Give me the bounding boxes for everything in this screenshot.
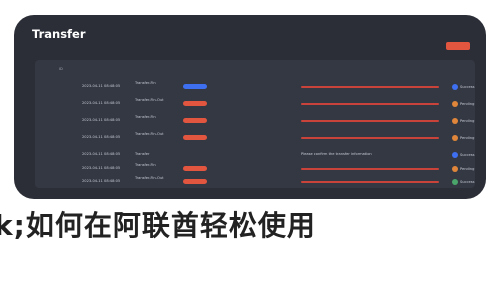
table-row[interactable]: 2023-04-11 08:48:05 Transfer-Fin-Out Suc… (35, 176, 475, 190)
status-label: Success (460, 153, 475, 157)
status-label: Pending (460, 167, 475, 171)
row-name: Transfer (135, 152, 150, 156)
description-bar (301, 86, 439, 88)
status-dot-icon (452, 135, 458, 141)
description-bar (301, 181, 439, 183)
table-row[interactable]: 2023-04-11 08:48:05 Transfer-Fin-Out Pen… (35, 97, 475, 111)
status-badge: Success (452, 152, 482, 158)
description-bar (301, 103, 439, 105)
status-label: Success (460, 180, 475, 184)
headline-text: k;如何在阿联酋轻松使用 (0, 209, 316, 242)
table-row[interactable]: 2023-04-11 08:48:05 Transfer Please conf… (35, 148, 475, 162)
transfer-window: Transfer ID 2023-04-11 08:48:05 Transfer… (14, 15, 486, 199)
row-time: 2023-04-11 08:48:05 (82, 166, 121, 170)
row-name: Transfer-Fin-Out (135, 98, 164, 102)
status-dot-icon (452, 118, 458, 124)
window-title: Transfer (32, 27, 86, 41)
type-pill[interactable] (183, 135, 207, 140)
type-pill[interactable] (183, 101, 207, 106)
row-name: Transfer-Fin-Out (135, 132, 164, 136)
row-time: 2023-04-11 08:48:05 (82, 118, 121, 122)
description-bar (301, 168, 439, 170)
table-row[interactable]: 2023-04-11 08:48:05 Transfer-Fin Success (35, 80, 475, 94)
status-dot-icon (452, 84, 458, 90)
status-badge: Pending (452, 166, 482, 172)
type-pill[interactable] (183, 118, 207, 123)
status-label: Pending (460, 102, 475, 106)
status-dot-icon (452, 166, 458, 172)
row-name: Transfer-Fin (135, 115, 156, 119)
primary-action-button[interactable] (446, 42, 470, 50)
transfer-table: ID 2023-04-11 08:48:05 Transfer-Fin Succ… (35, 60, 475, 188)
row-name: Transfer-Fin (135, 81, 156, 85)
row-time: 2023-04-11 08:48:05 (82, 179, 121, 183)
row-description: Please confirm the transfer information (301, 152, 372, 156)
status-badge: Success (452, 84, 482, 90)
headline-banner: k;如何在阿联酋轻松使用 (0, 209, 500, 243)
status-dot-icon (452, 101, 458, 107)
status-label: Success (460, 85, 475, 89)
type-pill[interactable] (183, 84, 207, 89)
status-badge: Pending (452, 101, 482, 107)
row-name: Transfer-Fin (135, 163, 156, 167)
row-time: 2023-04-11 08:48:05 (82, 135, 121, 139)
row-name: Transfer-Fin-Out (135, 176, 164, 180)
table-row[interactable]: 2023-04-11 08:48:05 Transfer-Fin Pending (35, 114, 475, 128)
description-bar (301, 120, 439, 122)
table-header: ID (35, 67, 475, 73)
status-label: Pending (460, 119, 475, 123)
type-pill[interactable] (183, 179, 207, 184)
description-bar (301, 137, 439, 139)
row-time: 2023-04-11 08:48:05 (82, 152, 121, 156)
table-row[interactable]: 2023-04-11 08:48:05 Transfer-Fin Pending (35, 162, 475, 176)
status-badge: Pending (452, 135, 482, 141)
header-id: ID (59, 67, 63, 71)
status-label: Pending (460, 136, 475, 140)
status-badge: Pending (452, 118, 482, 124)
table-row[interactable]: 2023-04-11 08:48:05 Transfer-Fin-Out Pen… (35, 131, 475, 145)
status-badge: Success (452, 179, 482, 185)
row-time: 2023-04-11 08:48:05 (82, 101, 121, 105)
type-pill[interactable] (183, 166, 207, 171)
status-dot-icon (452, 179, 458, 185)
row-time: 2023-04-11 08:48:05 (82, 84, 121, 88)
page: Transfer ID 2023-04-11 08:48:05 Transfer… (0, 0, 500, 300)
status-dot-icon (452, 152, 458, 158)
